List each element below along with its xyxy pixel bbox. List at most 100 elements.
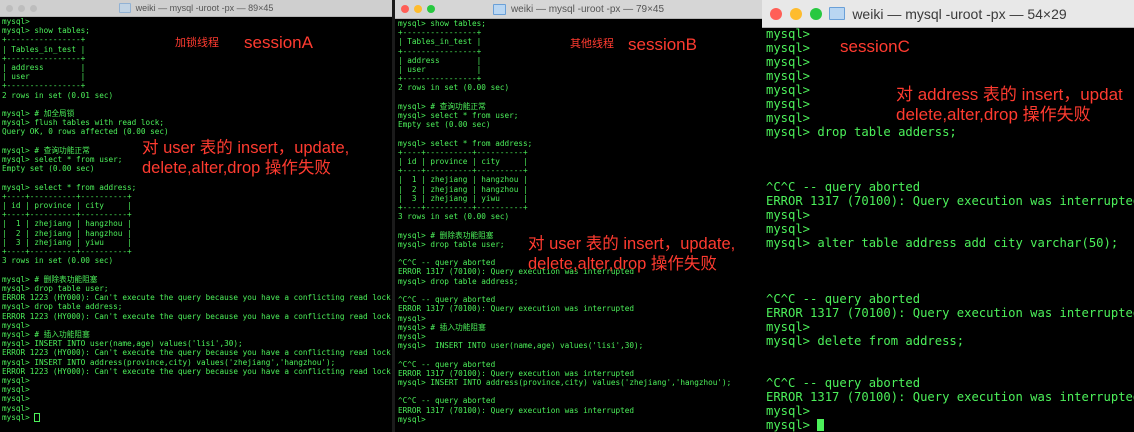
terminal-line: ERROR 1317 (70100): Query execution was … bbox=[766, 389, 1134, 404]
terminal-line: 3 rows in set (0.00 sec) bbox=[398, 212, 510, 222]
terminal-line: Query OK, 0 rows affected (0.00 sec) bbox=[2, 127, 169, 137]
terminal-line: 3 rows in set (0.00 sec) bbox=[2, 256, 114, 266]
folder-icon bbox=[492, 3, 506, 15]
window-titlebar[interactable]: weiki — mysql -uroot -px — 54×29 bbox=[762, 0, 1134, 28]
terminal-line: 2 rows in set (0.00 sec) bbox=[398, 83, 510, 93]
terminal-line: mysql> bbox=[398, 414, 426, 424]
terminal-window-session-b[interactable]: weiki — mysql -uroot -px — 79×45 mysql> … bbox=[395, 0, 762, 432]
failure-annotation: 对 user 表的 insert，update, delete,alter,dr… bbox=[142, 139, 350, 177]
terminal-line: mysql> flush tables with read lock; bbox=[2, 118, 164, 128]
traffic-lights bbox=[6, 0, 37, 16]
window-titlebar[interactable]: weiki — mysql -uroot -px — 89×45 bbox=[0, 0, 392, 17]
terminal-line: ERROR 1317 (70100): Query execution was … bbox=[398, 405, 635, 415]
close-button[interactable] bbox=[770, 7, 782, 20]
terminal-line: | user | bbox=[2, 72, 86, 82]
terminal-line: +----+----------+----------+ bbox=[398, 147, 528, 157]
terminal-line: mysql> bbox=[766, 54, 811, 69]
terminal-line: mysql> drop table address; bbox=[398, 276, 519, 286]
terminal-output[interactable]: mysql> mysql> show tables; +--------------… bbox=[0, 17, 392, 432]
terminal-line: ERROR 1223 (HY000): Can't execute the qu… bbox=[2, 366, 391, 376]
terminal-window-session-a[interactable]: weiki — mysql -uroot -px — 89×45 mysql> m… bbox=[0, 0, 392, 432]
terminal-line: ^C^C -- query aborted bbox=[766, 180, 921, 195]
terminal-line: mysql> bbox=[2, 17, 30, 26]
terminal-line: | user | bbox=[398, 65, 482, 75]
terminal-line: mysql> bbox=[766, 40, 811, 55]
terminal-window-session-c[interactable]: weiki — mysql -uroot -px — 54×29 mysql> m… bbox=[762, 0, 1134, 432]
terminal-line: mysql> bbox=[2, 375, 30, 385]
zoom-button[interactable] bbox=[30, 4, 37, 12]
terminal-line: ^C^C -- query aborted bbox=[398, 359, 496, 369]
terminal-line: +----+----------+----------+ bbox=[2, 210, 132, 220]
terminal-line: ERROR 1317 (70100): Query execution was … bbox=[766, 306, 1134, 321]
text-cursor bbox=[34, 413, 41, 423]
minimize-button[interactable] bbox=[414, 5, 422, 13]
minimize-button[interactable] bbox=[18, 4, 25, 12]
terminal-line: mysql> alter table address add city varc… bbox=[766, 236, 1119, 251]
close-button[interactable] bbox=[6, 4, 13, 12]
terminal-line: mysql> bbox=[398, 313, 426, 323]
terminal-line: mysql> bbox=[766, 208, 811, 223]
terminal-line: mysql> select * from address; bbox=[2, 182, 137, 192]
terminal-line: +----------------+ bbox=[2, 81, 86, 91]
terminal-line: ERROR 1317 (70100): Query execution was … bbox=[766, 194, 1134, 209]
terminal-line: ^C^C -- query aborted bbox=[766, 375, 921, 390]
folder-icon bbox=[829, 7, 846, 20]
terminal-line: mysql> show tables; bbox=[2, 26, 90, 36]
terminal-line: mysql> # 插入功能阻塞 bbox=[2, 329, 90, 339]
terminal-line: mysql> select * from user; bbox=[398, 111, 519, 121]
window-title: weiki — mysql -uroot -px — 89×45 bbox=[135, 3, 274, 13]
window-title: weiki — mysql -uroot -px — 79×45 bbox=[510, 3, 665, 15]
terminal-line: mysql> drop table user; bbox=[2, 283, 109, 293]
zoom-button[interactable] bbox=[810, 7, 822, 20]
terminal-line: ERROR 1223 (HY000): Can't execute the qu… bbox=[2, 311, 391, 321]
terminal-line: | id | province | city | bbox=[2, 201, 132, 211]
thread-label-cn: 加锁线程 bbox=[175, 37, 219, 49]
terminal-line: mysql> INSERT INTO user(name,age) values… bbox=[398, 341, 644, 351]
terminal-line: | address | bbox=[2, 63, 86, 73]
folder-icon bbox=[118, 3, 131, 13]
terminal-line: +----------------+ bbox=[398, 28, 482, 38]
terminal-line: ^C^C -- query aborted bbox=[766, 292, 921, 307]
terminal-line: | 3 | zhejiang | yiwu | bbox=[2, 237, 132, 247]
terminal-line: ERROR 1317 (70100): Query execution was … bbox=[398, 368, 635, 378]
traffic-lights bbox=[770, 0, 822, 27]
close-button[interactable] bbox=[401, 5, 409, 13]
window-titlebar[interactable]: weiki — mysql -uroot -px — 79×45 bbox=[395, 0, 762, 19]
terminal-line: mysql> drop table address; bbox=[2, 302, 123, 312]
terminal-line: mysql> INSERT INTO address(province,city… bbox=[398, 377, 732, 387]
failure-annotation: 对 address 表的 insert，updat delete,alter,d… bbox=[896, 85, 1123, 125]
terminal-line: mysql> bbox=[766, 418, 1134, 432]
terminal-line: | 2 | zhejiang | hangzhou | bbox=[398, 184, 528, 194]
terminal-line: 2 rows in set (0.01 sec) bbox=[2, 90, 114, 100]
session-label: sessionB bbox=[628, 35, 697, 54]
terminal-line: mysql> INSERT INTO user(name,age) values… bbox=[2, 339, 243, 349]
terminal-line: mysql> INSERT INTO address(province,city… bbox=[2, 357, 336, 367]
session-label: sessionA bbox=[244, 33, 313, 52]
terminal-line: mysql> # 插入功能阻塞 bbox=[398, 322, 486, 332]
terminal-line: mysql> bbox=[2, 413, 392, 423]
terminal-line: | 3 | zhejiang | yiwu | bbox=[398, 193, 528, 203]
terminal-line: mysql> select * from address; bbox=[398, 138, 533, 148]
terminal-line: mysql> bbox=[766, 28, 811, 41]
terminal-output[interactable]: mysql> show tables; +----------------+ | T… bbox=[395, 19, 762, 432]
terminal-line: mysql> bbox=[766, 222, 811, 237]
traffic-lights bbox=[401, 0, 435, 18]
terminal-line: ERROR 1317 (70100): Query execution was … bbox=[398, 304, 635, 314]
minimize-button[interactable] bbox=[790, 7, 802, 20]
terminal-line: | id | province | city | bbox=[398, 157, 528, 167]
terminal-line: mysql> delete from address; bbox=[766, 333, 965, 348]
terminal-line: | 1 | zhejiang | hangzhou | bbox=[2, 219, 132, 229]
failure-annotation: 对 user 表的 insert，update, delete,alter,dr… bbox=[528, 235, 736, 273]
terminal-line: mysql> bbox=[766, 320, 811, 335]
zoom-button[interactable] bbox=[427, 5, 435, 13]
text-cursor bbox=[817, 419, 825, 432]
